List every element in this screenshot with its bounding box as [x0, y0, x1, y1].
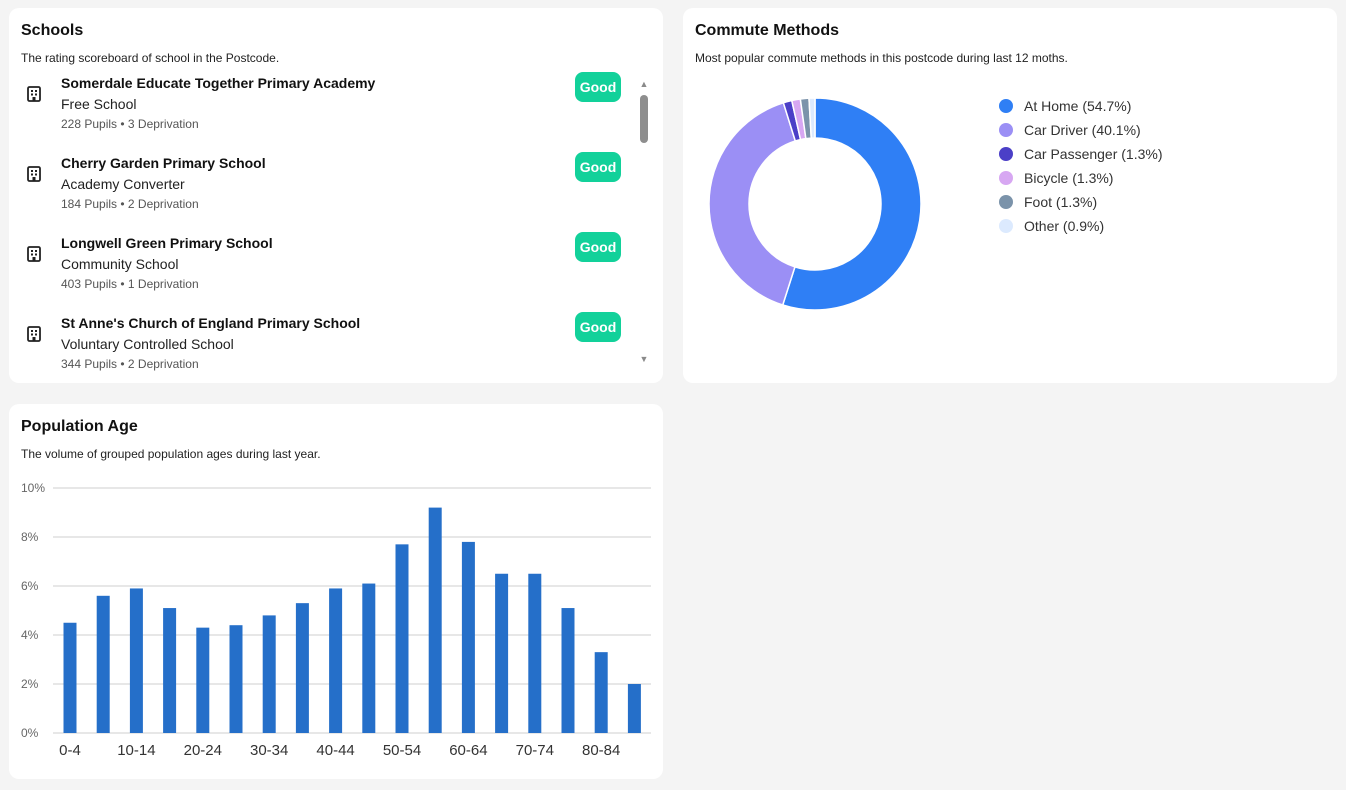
legend-item[interactable]: Car Passenger (1.3%): [999, 142, 1163, 166]
bar-0-4[interactable]: [63, 622, 77, 733]
bar-25-29[interactable]: [229, 625, 243, 733]
school-meta: 344 Pupils • 2 Deprivation: [61, 357, 199, 371]
schools-subtitle: The rating scoreboard of school in the P…: [21, 51, 280, 65]
legend-swatch: [999, 171, 1013, 185]
schools-card: Schools The rating scoreboard of school …: [9, 8, 663, 383]
commute-title: Commute Methods: [695, 22, 839, 39]
commute-subtitle: Most popular commute methods in this pos…: [695, 51, 1068, 65]
y-tick-label: 4%: [21, 628, 39, 642]
school-item[interactable]: Longwell Green Primary School Community …: [9, 230, 634, 310]
school-type: Academy Converter: [61, 176, 185, 192]
y-tick-label: 0%: [21, 726, 39, 740]
bar-50-54[interactable]: [395, 544, 409, 733]
scroll-down-arrow-icon[interactable]: ▼: [639, 354, 649, 364]
bar-35-39[interactable]: [295, 603, 309, 733]
commute-legend: At Home (54.7%) Car Driver (40.1%) Car Pas…: [999, 94, 1163, 238]
legend-label: At Home (54.7%): [1024, 98, 1132, 114]
legend-item[interactable]: Other (0.9%): [999, 214, 1163, 238]
school-meta: 184 Pupils • 2 Deprivation: [61, 197, 199, 211]
school-item[interactable]: Cherry Garden Primary School Academy Con…: [9, 150, 634, 230]
rating-badge: Good: [575, 312, 621, 342]
bar-75-79[interactable]: [561, 608, 575, 733]
commute-card: Commute Methods Most popular commute met…: [683, 8, 1337, 383]
rating-badge: Good: [575, 72, 621, 102]
bar-65-69[interactable]: [495, 573, 509, 733]
x-tick-label: 10-14: [117, 742, 155, 759]
school-type: Voluntary Controlled School: [61, 336, 234, 352]
legend-label: Other (0.9%): [1024, 218, 1105, 234]
bar-20-24[interactable]: [196, 627, 210, 733]
donut-slice-car-driver[interactable]: [708, 101, 797, 306]
x-tick-label: 0-4: [59, 742, 81, 759]
commute-donut-chart: [708, 97, 922, 311]
bar-45-49[interactable]: [362, 583, 376, 733]
scrollbar-thumb[interactable]: [640, 95, 648, 143]
legend-label: Foot (1.3%): [1024, 194, 1098, 210]
legend-item[interactable]: Bicycle (1.3%): [999, 166, 1163, 190]
school-name[interactable]: St Anne's Church of England Primary Scho…: [61, 315, 360, 331]
legend-label: Bicycle (1.3%): [1024, 170, 1114, 186]
school-meta: 228 Pupils • 3 Deprivation: [61, 117, 199, 131]
legend-swatch: [999, 99, 1013, 113]
population-card: Population Age The volume of grouped pop…: [9, 404, 663, 779]
school-name[interactable]: Longwell Green Primary School: [61, 235, 273, 251]
school-item[interactable]: Somerdale Educate Together Primary Acade…: [9, 70, 634, 150]
legend-label: Car Passenger (1.3%): [1024, 146, 1163, 162]
school-item[interactable]: St Anne's Church of England Primary Scho…: [9, 310, 634, 378]
school-list[interactable]: Somerdale Educate Together Primary Acade…: [9, 70, 634, 378]
x-tick-label: 30-34: [250, 742, 288, 759]
y-tick-label: 2%: [21, 677, 39, 691]
building-icon: [27, 166, 41, 182]
building-icon: [27, 326, 41, 342]
bar-85+[interactable]: [627, 684, 641, 733]
bar-60-64[interactable]: [461, 541, 475, 733]
y-tick-label: 10%: [21, 481, 45, 495]
x-tick-label: 50-54: [383, 742, 421, 759]
school-name[interactable]: Somerdale Educate Together Primary Acade…: [61, 75, 375, 91]
school-meta: 403 Pupils • 1 Deprivation: [61, 277, 199, 291]
rating-badge: Good: [575, 232, 621, 262]
x-tick-label: 70-74: [516, 742, 554, 759]
schools-title: Schools: [21, 22, 84, 39]
bar-40-44[interactable]: [329, 588, 343, 733]
y-tick-label: 8%: [21, 530, 39, 544]
x-tick-label: 60-64: [449, 742, 487, 759]
bar-30-34[interactable]: [262, 615, 276, 733]
legend-swatch: [999, 147, 1013, 161]
scroll-up-arrow-icon[interactable]: ▲: [639, 79, 649, 89]
legend-item[interactable]: Car Driver (40.1%): [999, 118, 1163, 142]
legend-swatch: [999, 219, 1013, 233]
legend-item[interactable]: Foot (1.3%): [999, 190, 1163, 214]
school-type: Free School: [61, 96, 137, 112]
y-tick-label: 6%: [21, 579, 39, 593]
bar-80-84[interactable]: [594, 652, 608, 733]
legend-label: Car Driver (40.1%): [1024, 122, 1141, 138]
population-subtitle: The volume of grouped population ages du…: [21, 447, 321, 461]
legend-swatch: [999, 195, 1013, 209]
bar-15-19[interactable]: [163, 608, 177, 733]
x-tick-label: 80-84: [582, 742, 620, 759]
bar-55-59[interactable]: [428, 507, 442, 733]
bar-10-14[interactable]: [129, 588, 143, 733]
x-tick-label: 40-44: [316, 742, 354, 759]
rating-badge: Good: [575, 152, 621, 182]
building-icon: [27, 86, 41, 102]
school-type: Community School: [61, 256, 179, 272]
bar-70-74[interactable]: [528, 573, 542, 733]
x-tick-label: 20-24: [184, 742, 222, 759]
legend-item[interactable]: At Home (54.7%): [999, 94, 1163, 118]
bar-5-9[interactable]: [96, 595, 110, 733]
school-name[interactable]: Cherry Garden Primary School: [61, 155, 266, 171]
population-age-bar-chart: 0% 2% 4% 6% 8% 10% 0-4 10-14 20-24 30-34 40-44 50-5…: [21, 481, 651, 759]
building-icon: [27, 246, 41, 262]
legend-swatch: [999, 123, 1013, 137]
population-title: Population Age: [21, 418, 138, 435]
